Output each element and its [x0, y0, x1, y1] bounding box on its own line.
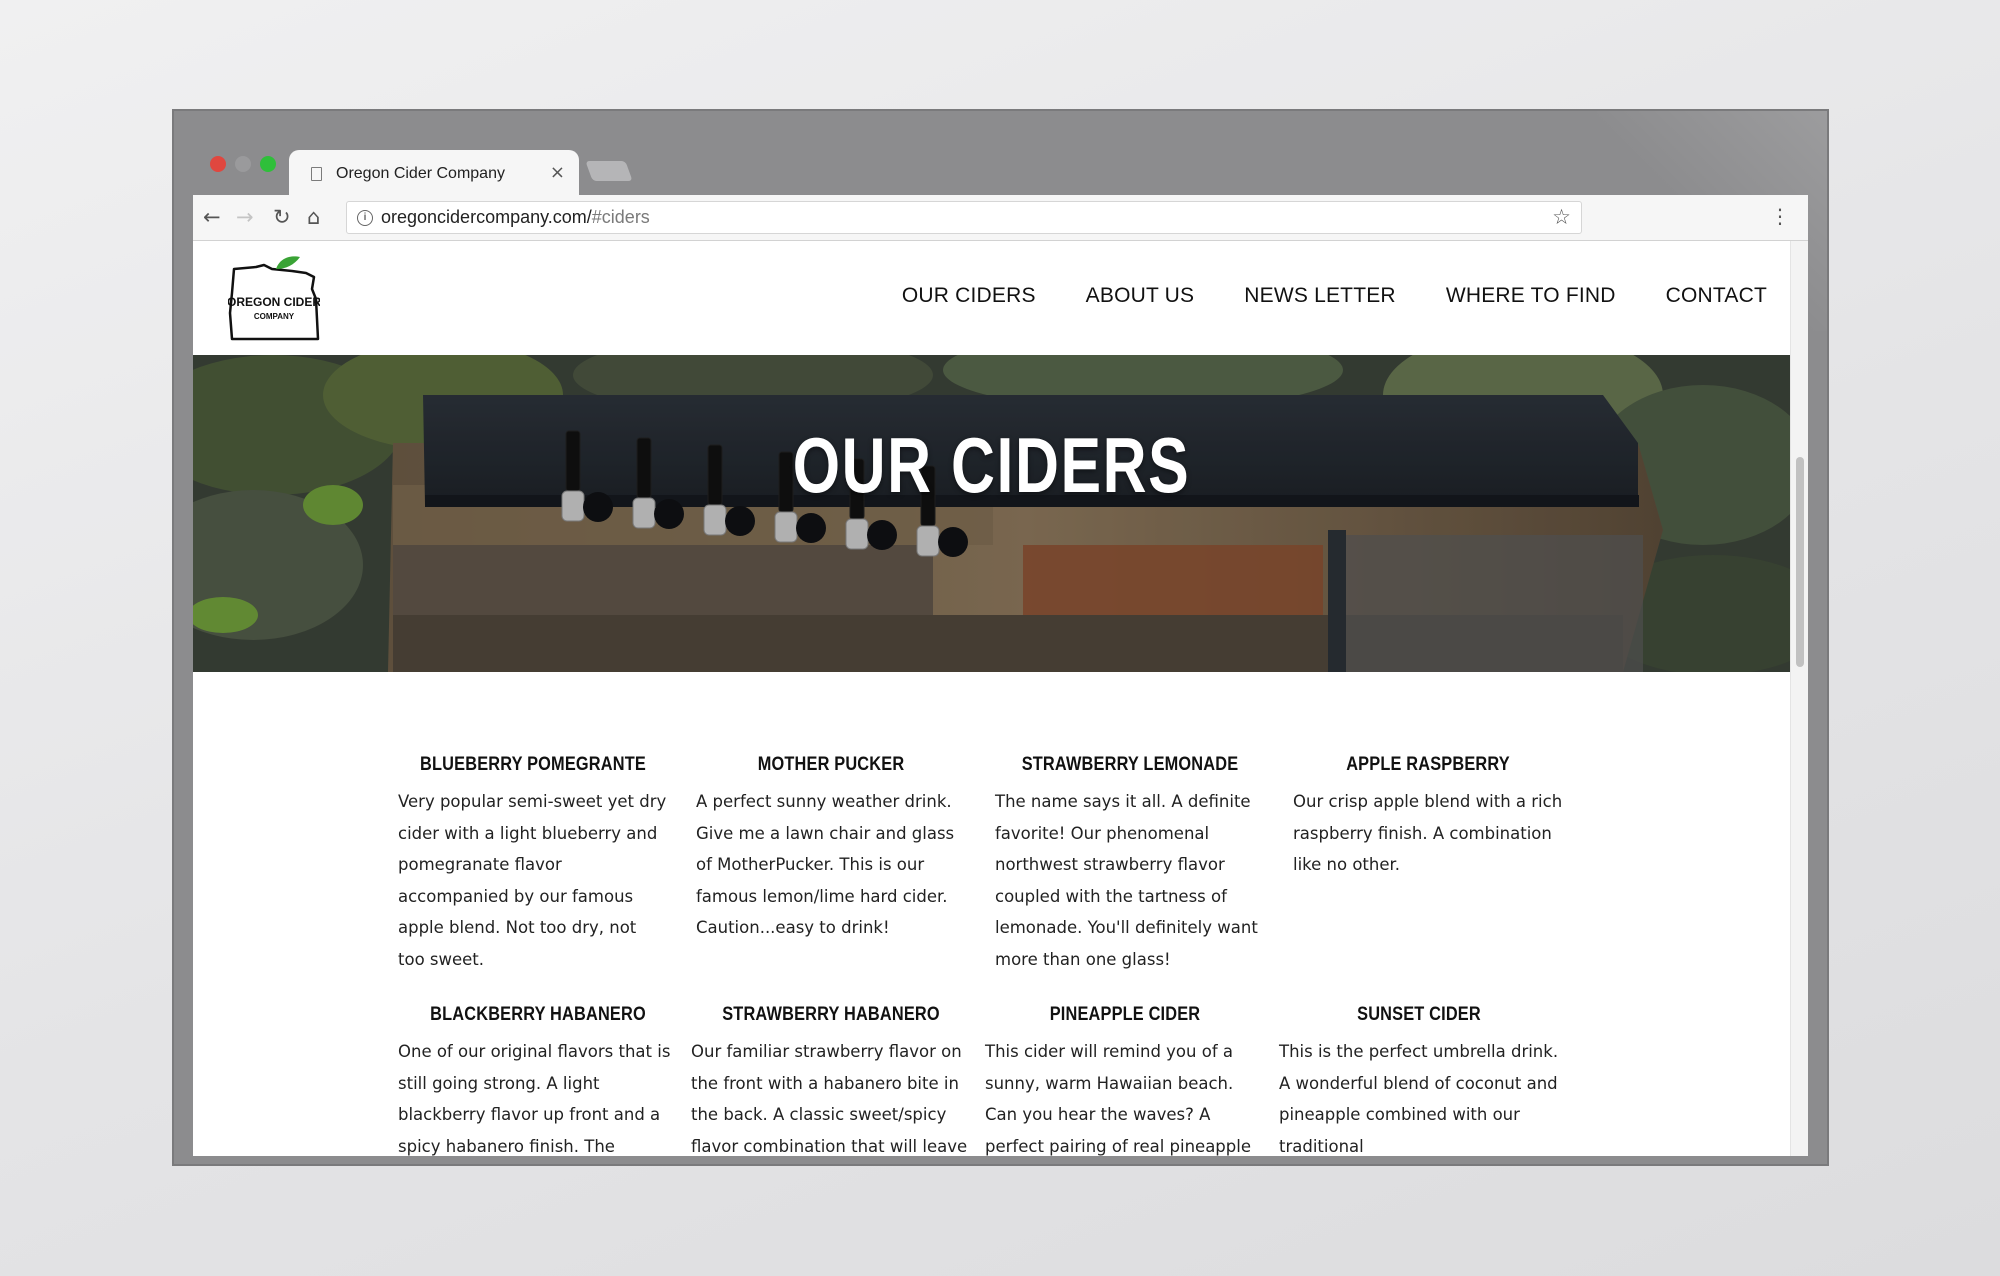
cider-name: STRAWBERRY LEMONADE: [1021, 754, 1239, 775]
home-icon[interactable]: ⌂: [307, 205, 320, 229]
leaf-icon: [276, 256, 300, 269]
hero-banner: OUR CIDERS: [193, 355, 1790, 672]
browser-window: Oregon Cider Company × ← → ↻ ⌂ i oregonc…: [172, 109, 1829, 1166]
browser-toolbar: ← → ↻ ⌂ i oregoncidercompany.com/#ciders…: [193, 195, 1808, 241]
cider-card: STRAWBERRY HABANERO Our familiar strawbe…: [691, 1004, 971, 1156]
browser-menu-icon[interactable]: ⋮: [1770, 204, 1790, 228]
nav-news-letter[interactable]: NEWS LETTER: [1244, 284, 1396, 308]
nav-where-to-find[interactable]: WHERE TO FIND: [1446, 284, 1616, 308]
vertical-scrollbar[interactable]: [1790, 241, 1808, 1156]
cider-tap-station-image: [193, 355, 1790, 672]
cider-name: SUNSET CIDER: [1357, 1004, 1481, 1025]
cider-name: STRAWBERRY HABANERO: [722, 1004, 940, 1025]
minimize-window-button[interactable]: [235, 156, 251, 172]
new-tab-button[interactable]: [585, 161, 633, 181]
logo-line2: COMPANY: [254, 312, 295, 321]
cider-card: PINEAPPLE CIDER This cider will remind y…: [985, 1004, 1265, 1156]
cider-card: BLACKBERRY HABANERO One of our original …: [398, 1004, 678, 1156]
cider-description: Our familiar strawberry flavor on the fr…: [691, 1042, 968, 1156]
page-viewport: OREGON CIDER COMPANY OUR CIDERS ABOUT US…: [193, 241, 1808, 1156]
main-nav: OUR CIDERS ABOUT US NEWS LETTER WHERE TO…: [902, 284, 1767, 308]
cider-card: BLUEBERRY POMEGRANTE Very popular semi-s…: [398, 754, 668, 975]
tab-title: Oregon Cider Company: [336, 164, 505, 182]
hero-title: OUR CIDERS: [792, 421, 1191, 509]
cider-description: The name says it all. A definite favorit…: [995, 792, 1258, 969]
cider-description: Very popular semi-sweet yet dry cider wi…: [398, 792, 667, 969]
scrollbar-thumb[interactable]: [1796, 457, 1804, 667]
address-bar[interactable]: i oregoncidercompany.com/#ciders ☆: [346, 201, 1582, 234]
cider-card: STRAWBERRY LEMONADE The name says it all…: [995, 754, 1265, 975]
cider-name: PINEAPPLE CIDER: [1049, 1004, 1201, 1025]
close-window-button[interactable]: [210, 156, 226, 172]
cider-name: BLACKBERRY HABANERO: [430, 1004, 646, 1025]
cider-card: SUNSET CIDER This is the perfect umbrell…: [1279, 1004, 1559, 1156]
logo-line1: OREGON CIDER: [228, 295, 320, 309]
forward-arrow-icon[interactable]: →: [236, 205, 254, 229]
cider-description: A perfect sunny weather drink. Give me a…: [696, 792, 955, 937]
url-host: oregoncidercompany.com/: [381, 207, 592, 227]
oregon-cider-logo[interactable]: OREGON CIDER COMPANY: [228, 253, 320, 343]
browser-tab[interactable]: Oregon Cider Company ×: [289, 150, 579, 197]
tab-close-icon[interactable]: ×: [550, 162, 565, 183]
cider-description: One of our original flavors that is stil…: [398, 1042, 671, 1156]
page-icon: [311, 166, 322, 181]
maximize-window-button[interactable]: [260, 156, 276, 172]
bookmark-star-icon[interactable]: ☆: [1552, 205, 1571, 229]
cider-name: APPLE RASPBERRY: [1346, 754, 1510, 775]
reload-icon[interactable]: ↻: [273, 205, 291, 229]
site-header: OREGON CIDER COMPANY OUR CIDERS ABOUT US…: [193, 241, 1790, 355]
nav-our-ciders[interactable]: OUR CIDERS: [902, 284, 1036, 308]
cider-card: APPLE RASPBERRY Our crisp apple blend wi…: [1293, 754, 1563, 881]
cider-description: This cider will remind you of a sunny, w…: [985, 1042, 1251, 1156]
nav-contact[interactable]: CONTACT: [1666, 284, 1767, 308]
url-path: #ciders: [591, 207, 650, 227]
info-icon[interactable]: i: [357, 209, 373, 226]
cider-card: MOTHER PUCKER A perfect sunny weather dr…: [696, 754, 966, 944]
cider-name: MOTHER PUCKER: [757, 754, 905, 775]
cider-name: BLUEBERRY POMEGRANTE: [420, 754, 646, 775]
nav-about-us[interactable]: ABOUT US: [1086, 284, 1195, 308]
back-arrow-icon[interactable]: ←: [203, 205, 221, 229]
cider-description: This is the perfect umbrella drink. A wo…: [1279, 1042, 1559, 1156]
cider-description: Our crisp apple blend with a rich raspbe…: [1293, 792, 1563, 874]
